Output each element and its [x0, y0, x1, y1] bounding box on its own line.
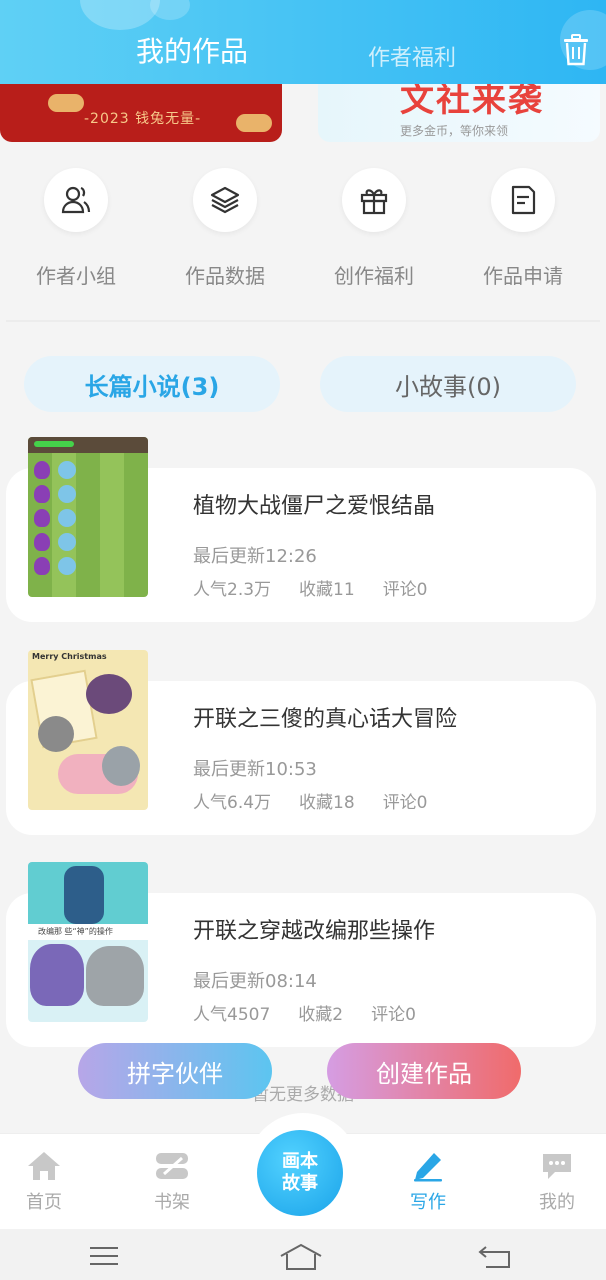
work-updated: 最后更新08:14	[193, 971, 317, 992]
chat-bubble-icon	[543, 1154, 571, 1179]
cover-detail	[34, 461, 50, 479]
header-decoration	[80, 0, 160, 30]
cover-detail	[58, 533, 76, 551]
home-icon	[28, 1152, 60, 1180]
cover-detail	[34, 533, 50, 551]
cover-detail	[34, 509, 50, 527]
cover-detail	[58, 509, 76, 527]
menu-icon[interactable]	[88, 1243, 120, 1269]
header-decoration	[150, 0, 190, 20]
center-button-line1: 画本	[282, 1151, 318, 1172]
banner-right-title: 文社来袭	[400, 84, 544, 120]
work-comments: 评论0	[382, 580, 428, 600]
cloud-decoration	[48, 94, 84, 112]
center-button-line2: 故事	[282, 1173, 318, 1194]
quick-menu: 作者小组 作品数据 创作福利 作品申请	[0, 168, 606, 288]
divider	[6, 320, 600, 322]
menu-author-group[interactable]: 作者小组	[1, 168, 151, 289]
work-cover-image: Merry Christmas	[28, 650, 148, 810]
promo-banner-new-year[interactable]: -2023 钱兔无量-	[0, 84, 282, 142]
work-stats: 人气6.4万 收藏18 评论0	[193, 788, 428, 813]
work-comments: 评论0	[382, 793, 428, 813]
menu-label: 作品数据	[185, 264, 265, 288]
cover-detail	[34, 441, 74, 447]
work-favorites: 收藏18	[299, 793, 355, 813]
tab-author-benefits[interactable]: 作者福利	[368, 40, 456, 72]
nav-mine[interactable]: 我的	[517, 1150, 597, 1214]
word-partner-button[interactable]: 拼字伙伴	[78, 1043, 272, 1099]
work-title: 植物大战僵尸之爱恨结晶	[193, 494, 436, 519]
nav-home[interactable]: 首页	[4, 1150, 84, 1214]
cover-detail	[64, 866, 104, 924]
work-stats: 人气2.3万 收藏11 评论0	[193, 575, 428, 600]
nav-label: 写作	[410, 1192, 446, 1213]
work-cover-image	[28, 437, 148, 597]
layers-icon	[193, 168, 257, 232]
group-icon	[44, 168, 108, 232]
cover-detail	[58, 557, 76, 575]
nav-write[interactable]: 写作	[388, 1150, 468, 1214]
tab-long-novels[interactable]: 长篇小说(3)	[24, 356, 280, 412]
cover-detail	[58, 461, 76, 479]
cover-detail	[86, 946, 144, 1006]
work-comments: 评论0	[371, 1005, 416, 1025]
work-popularity: 人气6.4万	[193, 793, 272, 813]
work-cover-image: 改编那 些“神”的操作	[28, 862, 148, 1022]
pencil-icon	[414, 1153, 442, 1182]
cover-detail	[34, 557, 50, 575]
menu-work-application[interactable]: 作品申请	[448, 168, 598, 289]
menu-label: 作品申请	[483, 264, 563, 288]
nav-label: 书架	[154, 1192, 190, 1213]
bookshelf-icon	[156, 1153, 188, 1179]
cover-text: Merry Christmas	[32, 652, 107, 661]
picture-story-button[interactable]: 画本 故事	[257, 1130, 343, 1216]
banner-right-subtitle: 更多金币，等你来领	[400, 124, 509, 138]
cover-detail	[34, 485, 50, 503]
tab-short-stories[interactable]: 小故事(0)	[320, 356, 576, 412]
menu-label: 作者小组	[36, 264, 116, 288]
nav-label: 我的	[539, 1192, 575, 1213]
work-favorites: 收藏2	[298, 1005, 344, 1025]
work-popularity: 人气4507	[193, 1005, 271, 1025]
cover-detail	[38, 716, 74, 752]
home-outline-icon[interactable]	[279, 1243, 323, 1271]
work-title: 开联之三傻的真心话大冒险	[193, 707, 458, 732]
tab-my-works[interactable]: 我的作品	[136, 30, 248, 70]
nav-bookshelf[interactable]: 书架	[132, 1150, 212, 1214]
banner-left-text: -2023 钱兔无量-	[84, 111, 202, 127]
document-icon	[491, 168, 555, 232]
create-work-button[interactable]: 创建作品	[327, 1043, 521, 1099]
top-header: 我的作品 作者福利	[0, 0, 606, 84]
work-stats: 人气4507 收藏2 评论0	[193, 1000, 416, 1025]
menu-creation-benefits[interactable]: 创作福利	[299, 168, 449, 289]
work-title: 开联之穿越改编那些操作	[193, 919, 436, 944]
work-popularity: 人气2.3万	[193, 580, 272, 600]
menu-label: 创作福利	[334, 264, 414, 288]
cover-detail	[30, 944, 84, 1006]
nav-label: 首页	[26, 1192, 62, 1213]
cover-detail	[86, 674, 132, 714]
trash-icon[interactable]	[562, 34, 590, 66]
menu-work-data[interactable]: 作品数据	[150, 168, 300, 289]
back-icon[interactable]	[478, 1243, 512, 1269]
promo-banner-club[interactable]: 文社来袭 更多金币，等你来领	[318, 84, 600, 142]
cover-text: 改编那 些“神”的操作	[28, 924, 148, 940]
work-updated: 最后更新12:26	[193, 546, 317, 567]
work-updated: 最后更新10:53	[193, 759, 317, 780]
cover-detail	[58, 485, 76, 503]
cover-detail	[28, 437, 148, 453]
gift-icon	[342, 168, 406, 232]
cloud-decoration	[236, 114, 272, 132]
system-nav-bar	[0, 1229, 606, 1280]
cover-detail	[102, 746, 140, 786]
work-favorites: 收藏11	[299, 580, 355, 600]
